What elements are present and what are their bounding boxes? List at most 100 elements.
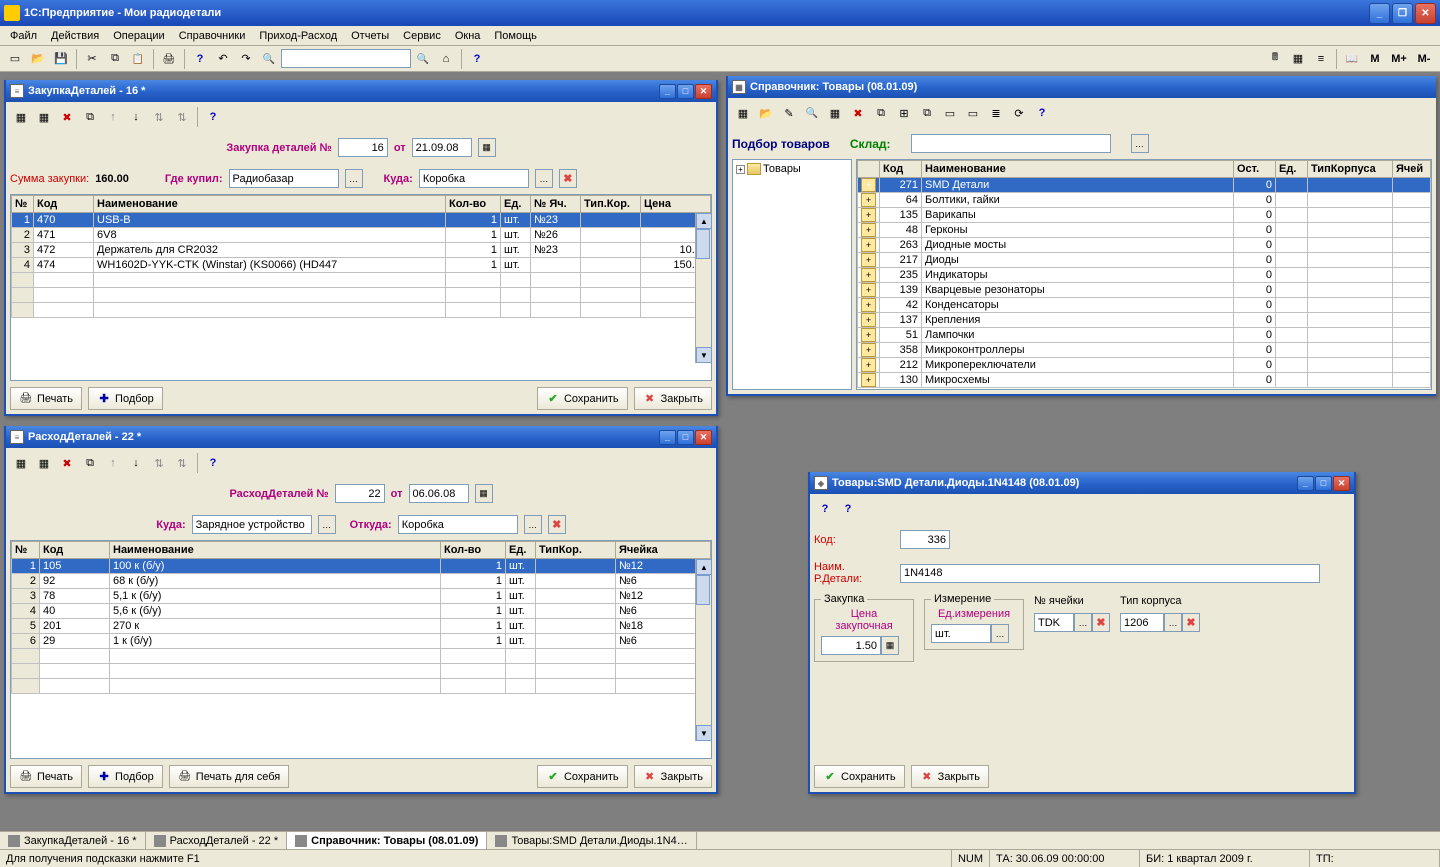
ptb-up[interactable] <box>102 106 124 128</box>
expense-minimize-button[interactable]: _ <box>659 430 676 445</box>
etb-grid[interactable] <box>10 452 32 474</box>
tb-cut[interactable] <box>81 48 103 70</box>
ptb-del[interactable]: ✖ <box>56 106 78 128</box>
etb-up[interactable] <box>102 452 124 474</box>
purchase-date-picker[interactable]: ▦ <box>478 138 496 157</box>
detail-type-lookup[interactable]: … <box>1164 613 1182 632</box>
expense-whence-clear[interactable]: ✖ <box>548 515 566 534</box>
table-row[interactable]: +271SMD Детали0 <box>858 178 1431 193</box>
tb-new[interactable] <box>4 48 26 70</box>
app-maximize-button[interactable]: ❐ <box>1392 3 1413 24</box>
col-name[interactable]: Наименование <box>922 161 1234 178</box>
etb-sort-desc[interactable] <box>171 452 193 474</box>
expense-close-button[interactable]: ✕ <box>695 430 712 445</box>
table-row[interactable]: +130Микросхемы0 <box>858 373 1431 388</box>
rtb-5[interactable] <box>824 102 846 124</box>
table-row[interactable]: +48Герконы0 <box>858 223 1431 238</box>
expense-save-button[interactable]: ✔Сохранить <box>537 765 628 788</box>
tb-calc[interactable] <box>1264 48 1286 70</box>
scroll-down-button[interactable]: ▼ <box>696 725 712 741</box>
expense-date-field[interactable] <box>409 484 469 503</box>
expand-icon[interactable]: + <box>861 208 876 222</box>
table-row[interactable]: +42Конденсаторы0 <box>858 298 1431 313</box>
expand-icon[interactable]: + <box>861 313 876 327</box>
detail-cell-lookup[interactable]: … <box>1074 613 1092 632</box>
table-row[interactable]: +51Лампочки0 <box>858 328 1431 343</box>
col-qty[interactable]: Кол-во <box>441 542 506 559</box>
purchase-wherebuy-lookup[interactable]: … <box>345 169 363 188</box>
tree-expand-icon[interactable]: + <box>736 165 745 174</box>
rtb-10[interactable]: ▭ <box>939 102 961 124</box>
col-cell[interactable]: № Яч. <box>531 196 581 213</box>
col-unit[interactable]: Ед. <box>1276 161 1308 178</box>
tb-about[interactable] <box>466 48 488 70</box>
tb-save[interactable] <box>50 48 72 70</box>
col-code[interactable]: Код <box>880 161 922 178</box>
reference-titlebar[interactable]: ▦ Справочник: Товары (08.01.09) <box>728 76 1436 98</box>
table-row[interactable]: +137Крепления0 <box>858 313 1431 328</box>
ref-store-lookup[interactable]: … <box>1131 134 1149 153</box>
detail-code-field[interactable] <box>900 530 950 549</box>
table-row[interactable]: +139Кварцевые резонаторы0 <box>858 283 1431 298</box>
table-row[interactable]: 4474WH1602D-YYK-CTK (Winstar) (KS0066) (… <box>12 258 711 273</box>
menu-file[interactable]: Файл <box>4 28 43 44</box>
table-row[interactable]: +212Микропереключатели0 <box>858 358 1431 373</box>
expense-num-field[interactable] <box>335 484 385 503</box>
detail-type-field[interactable] <box>1120 613 1164 632</box>
ptb-grid2[interactable] <box>33 106 55 128</box>
menu-inout[interactable]: Приход-Расход <box>253 28 343 44</box>
menu-reports[interactable]: Отчеты <box>345 28 395 44</box>
purchase-select-button[interactable]: ✚Подбор <box>88 387 163 410</box>
detail-type-clear[interactable]: ✖ <box>1182 613 1200 632</box>
menu-actions[interactable]: Действия <box>45 28 105 44</box>
expand-icon[interactable]: + <box>861 328 876 342</box>
expense-maximize-button[interactable]: □ <box>677 430 694 445</box>
rtb-7[interactable] <box>870 102 892 124</box>
purchase-date-field[interactable] <box>412 138 472 157</box>
expand-icon[interactable]: + <box>861 223 876 237</box>
table-row[interactable]: +217Диоды0 <box>858 253 1431 268</box>
menu-windows[interactable]: Окна <box>449 28 487 44</box>
table-row[interactable]: +358Микроконтроллеры0 <box>858 343 1431 358</box>
ptb-grid[interactable] <box>10 106 32 128</box>
col-code[interactable]: Код <box>34 196 94 213</box>
table-row[interactable]: 6291 к (б/у)1шт.№6 <box>12 634 711 649</box>
col-price[interactable]: Цена <box>641 196 711 213</box>
scroll-up-button[interactable]: ▲ <box>696 559 712 575</box>
table-row[interactable]: 29268 к (б/у)1шт.№6 <box>12 574 711 589</box>
table-row[interactable]: 5201270 к1шт.№18 <box>12 619 711 634</box>
tb-find-next[interactable] <box>412 48 434 70</box>
tb-redo[interactable] <box>235 48 257 70</box>
expand-icon[interactable]: + <box>861 358 876 372</box>
expense-grid[interactable]: № Код Наименование Кол-во Ед. ТипКор. Яч… <box>11 541 711 694</box>
expense-whence-lookup[interactable]: … <box>524 515 542 534</box>
etb-copy[interactable] <box>79 452 101 474</box>
app-close-button[interactable]: ✕ <box>1415 3 1436 24</box>
etb-sort-asc[interactable] <box>148 452 170 474</box>
detail-minimize-button[interactable]: _ <box>1297 476 1314 491</box>
tb-memory-mminus[interactable]: M- <box>1412 48 1436 70</box>
purchase-where-field[interactable] <box>419 169 529 188</box>
table-row[interactable]: +64Болтики, гайки0 <box>858 193 1431 208</box>
app-minimize-button[interactable]: _ <box>1369 3 1390 24</box>
rtb-help[interactable] <box>1031 102 1053 124</box>
rtb-4[interactable] <box>801 102 823 124</box>
table-row[interactable]: 24716V81шт.№26 <box>12 228 711 243</box>
col-n[interactable]: № <box>12 542 40 559</box>
tb-book[interactable] <box>1341 48 1363 70</box>
col-type[interactable]: ТипКор. <box>536 542 616 559</box>
detail-price-field[interactable] <box>821 636 881 655</box>
scroll-up-button[interactable]: ▲ <box>696 213 712 229</box>
detail-name-field[interactable] <box>900 564 1320 583</box>
col-type[interactable]: Тип.Кор. <box>581 196 641 213</box>
col-expand[interactable] <box>858 161 880 178</box>
menu-operations[interactable]: Операции <box>107 28 170 44</box>
purchase-scrollbar[interactable]: ▲ ▼ <box>695 213 711 363</box>
ptb-down[interactable] <box>125 106 147 128</box>
purchase-close-button[interactable]: ✕ <box>695 84 712 99</box>
menu-service[interactable]: Сервис <box>397 28 447 44</box>
col-type[interactable]: ТипКорпуса <box>1308 161 1393 178</box>
tb-undo[interactable] <box>212 48 234 70</box>
purchase-num-field[interactable] <box>338 138 388 157</box>
ptb-sort-asc[interactable] <box>148 106 170 128</box>
